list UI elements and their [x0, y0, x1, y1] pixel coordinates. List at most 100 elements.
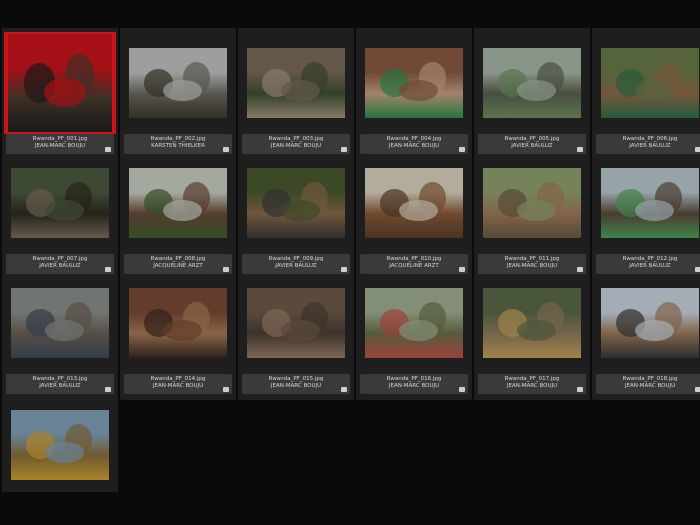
photographer-name: JEAN-MARC BOUJU [624, 383, 676, 389]
photo-caption: Rwanda_PF_012.jpg JAVIER BAULUZ [596, 254, 700, 274]
photo-cell[interactable]: Rwanda_PF_010.jpg JACQUELINE ARZT [358, 152, 470, 274]
photo-thumbnail[interactable] [483, 48, 581, 118]
photographer-name: JACQUELINE ARZT [153, 263, 203, 269]
photo-thumbnail[interactable] [129, 168, 227, 238]
photo-cell[interactable]: Rwanda_PF_016.jpg JEAN-MARC BOUJU [358, 272, 470, 394]
photo-thumbnail[interactable] [365, 48, 463, 118]
photo-cell[interactable]: Rwanda_PF_002.jpg KARSTEN THIELKER [122, 32, 234, 154]
photo-caption: Rwanda_PF_007.jpg JAVIER BAULUZ [6, 254, 114, 274]
thumbnail-frame[interactable] [4, 272, 116, 374]
edit-badge-icon[interactable] [223, 387, 229, 392]
photographer-name: JAVIER BAULUZ [39, 383, 81, 389]
photo-shade [483, 288, 581, 358]
photo-shade [601, 168, 699, 238]
photo-caption: Rwanda_PF_013.jpg JAVIER BAULUZ [6, 374, 114, 394]
photographer-name: JEAN-MARC BOUJU [270, 143, 322, 149]
file-name: Rwanda_PF_004.jpg [386, 136, 442, 142]
thumbnail-frame[interactable] [594, 32, 700, 134]
photo-thumbnail[interactable] [483, 288, 581, 358]
photo-cell[interactable]: Rwanda_PF_008.jpg JACQUELINE ARZT [122, 152, 234, 274]
photo-shade [247, 168, 345, 238]
photo-cell[interactable]: Rwanda_PF_003.jpg JEAN-MARC BOUJU [240, 32, 352, 154]
photo-cell[interactable]: Rwanda_PF_006.jpg JAVIER BAULUZ [594, 32, 700, 154]
photo-thumbnail[interactable] [129, 288, 227, 358]
edit-badge-icon[interactable] [695, 387, 700, 392]
file-name: Rwanda_PF_012.jpg [622, 256, 678, 262]
thumbnail-frame[interactable] [476, 152, 588, 254]
file-name: Rwanda_PF_005.jpg [504, 136, 560, 142]
edit-badge-icon[interactable] [577, 387, 583, 392]
edit-badge-icon[interactable] [459, 387, 465, 392]
thumbnail-frame[interactable] [358, 152, 470, 254]
photo-thumbnail[interactable] [11, 410, 109, 480]
photo-thumbnail[interactable] [365, 168, 463, 238]
thumbnail-frame[interactable] [358, 32, 470, 134]
photo-cell[interactable]: Rwanda_PF_004.jpg JEAN-MARC BOUJU [358, 32, 470, 154]
photo-cell[interactable]: Rwanda_PF_001.jpg JEAN-MARC BOUJU [4, 32, 116, 154]
photo-shade [129, 288, 227, 358]
thumbnail-frame[interactable] [122, 272, 234, 374]
file-name: Rwanda_PF_001.jpg [32, 136, 88, 142]
photo-thumbnail[interactable] [8, 34, 112, 132]
photo-thumbnail[interactable] [11, 288, 109, 358]
photo-thumbnail[interactable] [601, 48, 699, 118]
photo-cell[interactable]: Rwanda_PF_011.jpg JEAN-MARC BOUJU [476, 152, 588, 274]
photo-thumbnail[interactable] [11, 168, 109, 238]
thumbnail-frame[interactable] [4, 32, 116, 134]
photo-cell[interactable]: Rwanda_PF_018.jpg JEAN-MARC BOUJU [594, 272, 700, 394]
photo-cell[interactable]: Rwanda_PF_009.jpg JAVIER BAULUZ [240, 152, 352, 274]
photo-cell[interactable]: Rwanda_PF_017.jpg JEAN-MARC BOUJU [476, 272, 588, 394]
photo-caption: Rwanda_PF_002.jpg KARSTEN THIELKER [124, 134, 232, 154]
photo-thumbnail[interactable] [247, 288, 345, 358]
thumbnail-frame[interactable] [4, 394, 116, 496]
photographer-name: JEAN-MARC BOUJU [152, 383, 204, 389]
thumbnail-frame[interactable] [240, 32, 352, 134]
photo-cell[interactable]: Rwanda_PF_014.jpg JEAN-MARC BOUJU [122, 272, 234, 394]
photo-cell[interactable]: Rwanda_PF_005.jpg JAVIER BAULUZ [476, 32, 588, 154]
thumbnail-frame[interactable] [476, 32, 588, 134]
photographer-name: JEAN-MARC BOUJU [388, 143, 440, 149]
photographer-name: JAVIER BAULUZ [511, 143, 553, 149]
thumbnail-frame[interactable] [594, 272, 700, 374]
thumbnail-frame[interactable] [358, 272, 470, 374]
thumbnail-frame[interactable] [122, 32, 234, 134]
file-name: Rwanda_PF_003.jpg [268, 136, 324, 142]
photo-caption: Rwanda_PF_015.jpg JEAN-MARC BOUJU [242, 374, 350, 394]
thumbnail-frame[interactable] [4, 152, 116, 254]
photo-caption: Rwanda_PF_003.jpg JEAN-MARC BOUJU [242, 134, 350, 154]
photo-shade [11, 168, 109, 238]
photo-cell[interactable] [4, 394, 116, 516]
thumbnail-frame[interactable] [240, 272, 352, 374]
photo-thumbnail[interactable] [247, 168, 345, 238]
photo-thumbnail[interactable] [601, 288, 699, 358]
photo-thumbnail[interactable] [129, 48, 227, 118]
file-name: Rwanda_PF_010.jpg [386, 256, 442, 262]
file-name: Rwanda_PF_016.jpg [386, 376, 442, 382]
photo-shade [483, 48, 581, 118]
photo-thumbnail[interactable] [365, 288, 463, 358]
photo-cell[interactable]: Rwanda_PF_007.jpg JAVIER BAULUZ [4, 152, 116, 274]
thumbnail-frame[interactable] [594, 152, 700, 254]
photo-thumbnail[interactable] [483, 168, 581, 238]
photo-caption: Rwanda_PF_010.jpg JACQUELINE ARZT [360, 254, 468, 274]
photo-caption: Rwanda_PF_005.jpg JAVIER BAULUZ [478, 134, 586, 154]
photo-caption: Rwanda_PF_011.jpg JEAN-MARC BOUJU [478, 254, 586, 274]
photo-thumbnail[interactable] [247, 48, 345, 118]
photo-shade [601, 288, 699, 358]
photographer-name: JAVIER BAULUZ [629, 143, 671, 149]
edit-badge-icon[interactable] [341, 387, 347, 392]
photo-cell[interactable]: Rwanda_PF_013.jpg JAVIER BAULUZ [4, 272, 116, 394]
photo-shade [483, 168, 581, 238]
photographer-name: KARSTEN THIELKER [151, 143, 205, 149]
thumbnail-frame[interactable] [240, 152, 352, 254]
photographer-name: JAVIER BAULUZ [275, 263, 317, 269]
photo-caption: Rwanda_PF_006.jpg JAVIER BAULUZ [596, 134, 700, 154]
thumbnail-frame[interactable] [122, 152, 234, 254]
photo-cell[interactable]: Rwanda_PF_012.jpg JAVIER BAULUZ [594, 152, 700, 274]
edit-badge-icon[interactable] [105, 387, 111, 392]
photo-cell[interactable]: Rwanda_PF_015.jpg JEAN-MARC BOUJU [240, 272, 352, 394]
thumbnail-frame[interactable] [476, 272, 588, 374]
photo-thumbnail[interactable] [601, 168, 699, 238]
photo-caption: Rwanda_PF_008.jpg JACQUELINE ARZT [124, 254, 232, 274]
file-name: Rwanda_PF_008.jpg [150, 256, 206, 262]
